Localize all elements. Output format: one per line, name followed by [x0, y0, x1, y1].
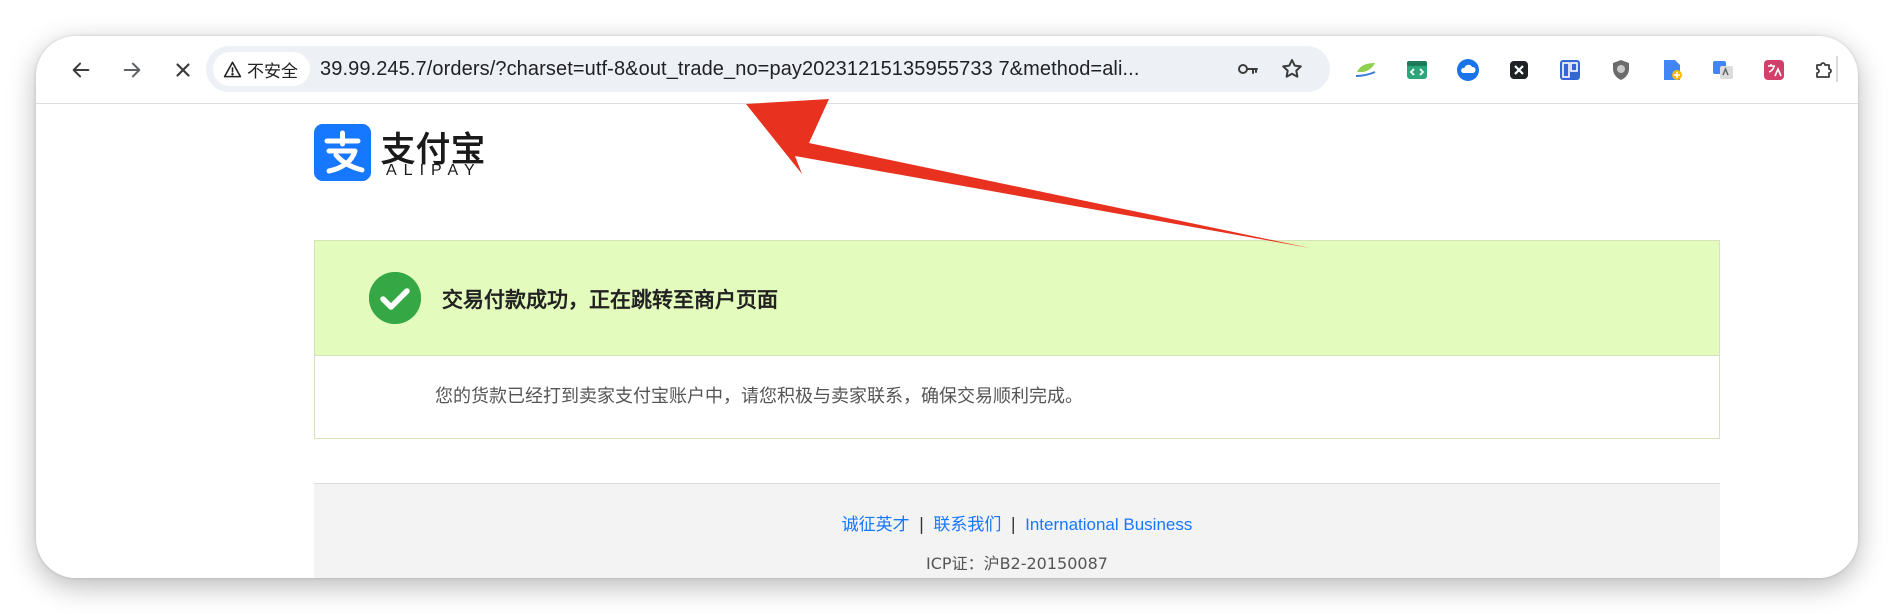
key-icon [1238, 64, 1258, 74]
ext-cloud-icon [1457, 59, 1479, 81]
ext-google-translate-icon [1713, 61, 1733, 79]
success-title: 交易付款成功，正在跳转至商户页面 [442, 288, 778, 312]
security-indicator[interactable]: 不安全 [213, 52, 310, 86]
address-bar[interactable]: 不安全 39.99.245.7/orders/?charset=utf-8&ou… [206, 46, 1330, 92]
back-icon [72, 62, 90, 78]
toolbar-divider [1836, 56, 1838, 82]
ext-code-icon [1407, 61, 1427, 79]
ext-file-icon [1664, 60, 1682, 80]
extension-7[interactable] [1660, 58, 1684, 82]
extension-2[interactable] [1405, 58, 1429, 82]
footer-separator: | [1010, 515, 1017, 535]
back-button[interactable] [64, 53, 98, 87]
alipay-logo-icon [314, 124, 371, 181]
extension-8[interactable] [1711, 58, 1735, 82]
url-text[interactable]: 39.99.245.7/orders/?charset=utf-8&out_tr… [320, 58, 1210, 81]
browser-window: 不安全 39.99.245.7/orders/?charset=utf-8&ou… [36, 36, 1858, 578]
extension-3[interactable] [1456, 58, 1480, 82]
ext-x-icon [1510, 61, 1528, 79]
puzzle-icon [1816, 62, 1832, 78]
footer-link-contact[interactable]: 联系我们 [933, 515, 1001, 535]
stop-loading-button[interactable] [166, 53, 200, 87]
footer-link-international[interactable]: International Business [1025, 515, 1192, 534]
extensions-menu-button[interactable] [1812, 58, 1836, 82]
forward-button[interactable] [115, 53, 149, 87]
forward-icon [123, 62, 141, 78]
ext-translate-icon [1355, 63, 1376, 77]
success-header: 交易付款成功，正在跳转至商户页面 [315, 241, 1719, 356]
success-check-icon [369, 272, 421, 324]
security-label: 不安全 [247, 61, 298, 82]
ext-language-icon [1764, 60, 1784, 80]
footer-separator: | [918, 515, 925, 535]
footer-icp: ICP证：沪B2-20150087 [926, 554, 1108, 573]
page-content: 支付宝 ALIPAY 交易付款成功，正在跳转至商户页面 您的货款已经打到卖家支付… [36, 104, 1858, 578]
alipay-logo-en: ALIPAY [386, 162, 482, 179]
extension-6[interactable] [1609, 58, 1633, 82]
footer-links: 诚征英才 | 联系我们 | International Business [314, 510, 1720, 535]
bookmark-button[interactable] [1280, 57, 1304, 81]
ext-shield-icon [1613, 60, 1629, 80]
extension-9[interactable] [1762, 58, 1786, 82]
extension-4[interactable] [1507, 58, 1531, 82]
payment-success-panel: 交易付款成功，正在跳转至商户页面 您的货款已经打到卖家支付宝账户中，请您积极与卖… [314, 240, 1720, 439]
extension-5[interactable] [1558, 58, 1582, 82]
warning-icon [223, 61, 242, 77]
footer-link-careers[interactable]: 诚征英才 [842, 515, 910, 535]
browser-toolbar: 不安全 39.99.245.7/orders/?charset=utf-8&ou… [36, 36, 1858, 104]
stop-icon [176, 63, 190, 77]
ext-grid-icon [1560, 60, 1580, 80]
star-icon [1282, 59, 1302, 78]
password-key-button[interactable] [1236, 57, 1260, 81]
extension-1[interactable] [1354, 58, 1378, 82]
page-footer: 诚征英才 | 联系我们 | International Business ICP证：沪B… [314, 483, 1720, 578]
success-description: 您的货款已经打到卖家支付宝账户中，请您积极与卖家联系，确保交易顺利完成。 [435, 386, 1083, 407]
